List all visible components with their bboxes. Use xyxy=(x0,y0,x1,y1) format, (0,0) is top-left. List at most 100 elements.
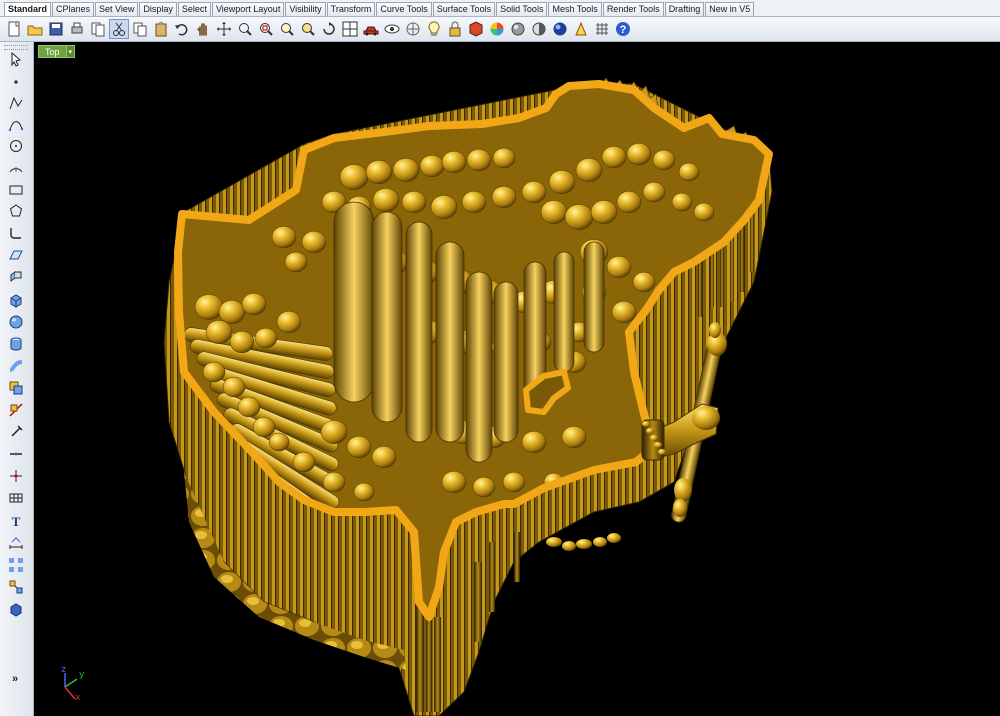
point-tool-button[interactable] xyxy=(7,73,25,91)
jewel-detail xyxy=(546,533,621,551)
svg-text:T: T xyxy=(12,514,21,529)
box-tool-button[interactable] xyxy=(7,291,25,309)
mesh-tool-button[interactable] xyxy=(7,489,25,507)
four-views-button[interactable] xyxy=(340,19,360,39)
sphere-button[interactable] xyxy=(508,19,528,39)
tab-viewport-layout[interactable]: Viewport Layout xyxy=(211,2,285,16)
copy-button[interactable] xyxy=(130,19,150,39)
osnap-button[interactable] xyxy=(571,19,591,39)
box-icon xyxy=(10,294,22,308)
print-button[interactable] xyxy=(67,19,87,39)
shade-icon xyxy=(532,22,546,36)
join-icon xyxy=(10,452,22,456)
block-tool-button[interactable] xyxy=(7,600,25,618)
rectangle-tool-button[interactable] xyxy=(7,181,25,199)
tab-solid-tools[interactable]: Solid Tools xyxy=(496,2,548,16)
tab-drafting[interactable]: Drafting xyxy=(664,2,705,16)
pipe-tool-button[interactable] xyxy=(7,357,25,375)
tab-mesh-tools[interactable]: Mesh Tools xyxy=(548,2,602,16)
extrude-tool-button[interactable] xyxy=(7,268,25,286)
rotate-view-button[interactable] xyxy=(319,19,339,39)
join-tool-button[interactable] xyxy=(7,445,25,463)
cut-button[interactable] xyxy=(109,19,129,39)
open-folder-button[interactable] xyxy=(25,19,45,39)
surface-tool-button[interactable] xyxy=(7,246,25,264)
undo-button[interactable] xyxy=(172,19,192,39)
polyline-tool-button[interactable] xyxy=(7,94,25,112)
car-button[interactable] xyxy=(361,19,381,39)
tab-surface-tools[interactable]: Surface Tools xyxy=(432,2,496,16)
group-tool-button[interactable] xyxy=(7,578,25,596)
dimension-tool-button[interactable] xyxy=(7,534,25,552)
lock-button[interactable] xyxy=(445,19,465,39)
more-tools-button[interactable]: » xyxy=(12,673,18,685)
cylinder-tool-button[interactable] xyxy=(7,335,25,353)
cut-icon xyxy=(113,22,125,36)
grid-button[interactable] xyxy=(592,19,612,39)
trim-tool-button[interactable] xyxy=(7,423,25,441)
mesh-icon xyxy=(9,493,23,503)
help-button[interactable]: ? xyxy=(613,19,633,39)
globe-button[interactable] xyxy=(550,19,570,39)
boolean-tool-button[interactable] xyxy=(7,379,25,397)
fillet-tool-button[interactable] xyxy=(7,224,25,242)
split-tool-button[interactable] xyxy=(7,401,25,419)
circle-tool-button[interactable] xyxy=(7,137,25,155)
array-tool-button[interactable] xyxy=(7,556,25,574)
tab-display[interactable]: Display xyxy=(139,2,177,16)
pan-hand-button[interactable] xyxy=(193,19,213,39)
axis-y-label: y xyxy=(79,670,85,680)
tab-transform[interactable]: Transform xyxy=(326,2,376,16)
globe-icon xyxy=(553,22,567,36)
arc-tool-button[interactable] xyxy=(7,159,25,177)
tab-curve-tools[interactable]: Curve Tools xyxy=(376,2,432,16)
tab-select[interactable]: Select xyxy=(177,2,211,16)
eye-button[interactable] xyxy=(382,19,402,39)
four-views-icon xyxy=(342,21,358,37)
render-button[interactable] xyxy=(466,19,486,39)
cplane-button[interactable] xyxy=(403,19,423,39)
viewport-title-tab[interactable]: Top ▾ xyxy=(38,45,76,58)
zoom-selected-button[interactable] xyxy=(298,19,318,39)
tab-render-tools[interactable]: Render Tools xyxy=(602,2,664,16)
new-file-button[interactable] xyxy=(4,19,24,39)
tab-set-view[interactable]: Set View xyxy=(95,2,139,16)
save-icon xyxy=(49,22,63,36)
tab-cplanes[interactable]: CPlanes xyxy=(52,2,95,16)
zoom-extents-button[interactable] xyxy=(277,19,297,39)
bulb-button[interactable] xyxy=(424,19,444,39)
viewport-title[interactable]: Top xyxy=(38,45,67,58)
boolean-icon xyxy=(9,381,23,395)
toolbar-tab-strip: Standard CPlanes Set View Display Select View… xyxy=(0,0,1000,17)
curve-tool-button[interactable] xyxy=(7,116,25,134)
print-icon xyxy=(71,22,83,34)
tab-new-in-v5[interactable]: New in V5 xyxy=(705,2,755,16)
color-wheel-button[interactable] xyxy=(487,19,507,39)
save-button[interactable] xyxy=(46,19,66,39)
tab-visibility[interactable]: Visibility xyxy=(285,2,326,16)
circle-icon xyxy=(10,140,22,152)
trim-icon xyxy=(11,425,23,437)
main-left-toolbar: » T xyxy=(0,42,34,716)
zoom-window-button[interactable] xyxy=(256,19,276,39)
sphere-icon xyxy=(511,22,525,36)
zoom-button[interactable] xyxy=(235,19,255,39)
move-arrows-button[interactable] xyxy=(214,19,234,39)
viewport-menu-arrow-icon[interactable]: ▾ xyxy=(66,45,76,58)
pipe-icon xyxy=(9,360,23,372)
relief-model[interactable] xyxy=(34,42,1000,716)
undo-icon xyxy=(175,24,188,36)
paste-button[interactable] xyxy=(151,19,171,39)
shade-button[interactable] xyxy=(529,19,549,39)
polygon-tool-button[interactable] xyxy=(7,202,25,220)
sphere-tool-button[interactable] xyxy=(7,313,25,331)
new-file-icon xyxy=(8,21,20,37)
select-arrow-tool-button[interactable] xyxy=(7,50,25,68)
text-tool-button[interactable]: T xyxy=(7,512,25,530)
explode-tool-button[interactable] xyxy=(7,467,25,485)
top-viewport[interactable]: Top ▾ z y x xyxy=(34,42,1000,716)
polygon-icon xyxy=(9,204,23,217)
tab-standard[interactable]: Standard xyxy=(4,2,52,16)
copy-page-button[interactable] xyxy=(88,19,108,39)
world-axes-icon: z y x xyxy=(55,663,95,703)
